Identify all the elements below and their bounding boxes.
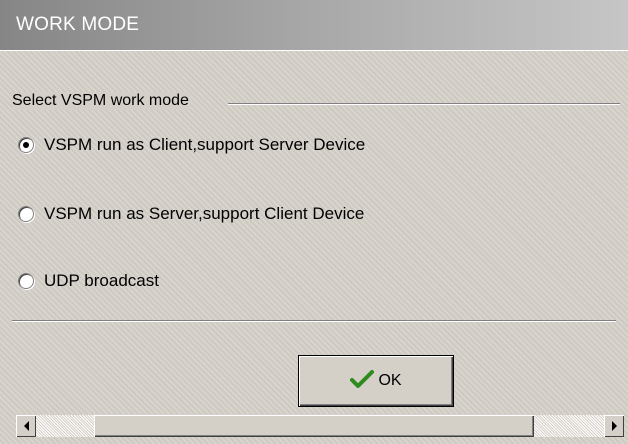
radio-option-udp[interactable]: UDP broadcast bbox=[18, 269, 159, 293]
radio-button-client[interactable] bbox=[18, 137, 34, 153]
radio-button-udp[interactable] bbox=[18, 273, 34, 289]
ok-button-label: OK bbox=[378, 372, 402, 389]
work-mode-dialog: WORK MODE Select VSPM work mode VSPM run… bbox=[0, 0, 628, 444]
radio-button-server[interactable] bbox=[18, 206, 34, 222]
radio-option-server-label: VSPM run as Server,support Client Device bbox=[44, 204, 365, 223]
horizontal-scrollbar[interactable] bbox=[16, 414, 624, 437]
scroll-right-button[interactable] bbox=[604, 415, 624, 437]
separator bbox=[12, 320, 616, 322]
group-divider bbox=[228, 103, 620, 105]
radio-option-client[interactable]: VSPM run as Client,support Server Device bbox=[18, 133, 365, 157]
scroll-left-button[interactable] bbox=[16, 415, 36, 437]
radio-option-server[interactable]: VSPM run as Server,support Client Device bbox=[18, 202, 364, 226]
window-title: WORK MODE bbox=[16, 14, 140, 35]
arrow-right-icon bbox=[611, 421, 617, 431]
radio-option-udp-label: UDP broadcast bbox=[44, 271, 159, 290]
checkmark-icon bbox=[350, 369, 375, 394]
ok-button[interactable]: OK bbox=[298, 355, 454, 407]
radio-option-client-label: VSPM run as Client,support Server Device bbox=[44, 135, 366, 154]
title-bar: WORK MODE bbox=[0, 0, 628, 51]
scroll-thumb[interactable] bbox=[94, 415, 534, 437]
arrow-left-icon bbox=[23, 421, 29, 431]
group-label: Select VSPM work mode bbox=[12, 92, 191, 110]
